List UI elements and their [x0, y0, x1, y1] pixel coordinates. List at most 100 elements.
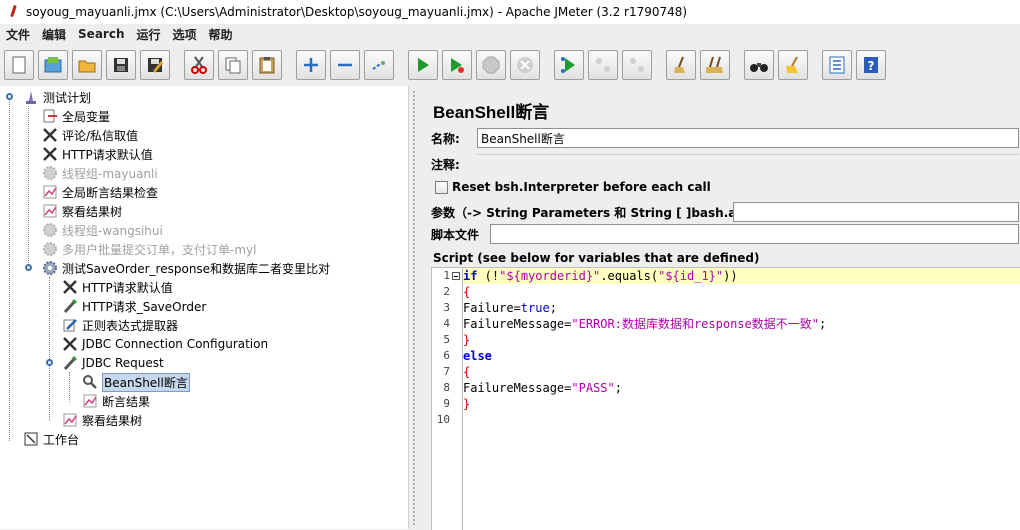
minus-icon [338, 63, 352, 67]
reset-search-button[interactable] [778, 50, 808, 80]
sampler-icon [61, 298, 79, 314]
paste-button[interactable] [252, 50, 282, 80]
collapse-button[interactable] [330, 50, 360, 80]
line-number: 6 [443, 349, 450, 362]
svg-text:?: ? [868, 59, 875, 73]
tree-node-label: 测试计划 [43, 90, 92, 105]
line-number: 4 [443, 317, 450, 330]
listener-icon [81, 393, 99, 409]
shutdown-button[interactable] [510, 50, 540, 80]
open-button[interactable] [72, 50, 102, 80]
name-field[interactable]: BeanShell断言 [477, 128, 1019, 148]
toggle-button[interactable] [364, 50, 394, 80]
tree-node-view-results-tree-2[interactable]: 察看结果树 [61, 411, 142, 429]
open-icon [78, 60, 96, 73]
title-bar: soyoug_mayuanli.jmx (C:\Users\Administra… [0, 0, 1020, 25]
tree-node-label: 察看结果树 [62, 204, 123, 219]
remote-start-button[interactable] [554, 50, 584, 80]
code-line-1: if (!"${myorderid}".equals("${id_1}")) [463, 268, 1020, 284]
fold-toggle-icon[interactable] [452, 272, 460, 280]
tree-node-assertion-results[interactable]: 断言结果 [81, 392, 150, 410]
tree-node-label: 全局变量 [62, 109, 111, 124]
expand-button[interactable] [296, 50, 326, 80]
script-label: Script (see below for variables that are… [433, 251, 760, 265]
tree-node-workbench[interactable]: 工作台 [22, 430, 79, 448]
help-icon: ? [864, 57, 878, 73]
line-number: 1 [443, 269, 450, 282]
script-file-field[interactable] [490, 224, 1019, 244]
remote-stop-button[interactable] [588, 50, 618, 80]
menu-search[interactable]: Search [72, 27, 130, 41]
code-token: "ERROR:数据库数据和response数据不一致" [571, 317, 819, 331]
menu-help[interactable]: 帮助 [203, 26, 239, 43]
tree-node-label: BeanShell断言 [102, 372, 190, 392]
help-button[interactable]: ? [856, 50, 886, 80]
tree-node-thread-group-multi-user[interactable]: 多用户批量提交订单，支付订单-myl [41, 240, 256, 258]
parameters-row: 参数（-> String Parameters 和 String [ ]bash… [431, 202, 1019, 222]
tree-node-global-variables[interactable]: 全局变量 [41, 107, 110, 125]
menu-file[interactable]: 文件 [0, 26, 36, 43]
tree-node-label: 评论/私信取值 [62, 128, 139, 143]
save-button[interactable] [106, 50, 136, 80]
reset-interpreter-row: Reset bsh.Interpreter before each call [435, 180, 711, 194]
tree-toggle-expanded[interactable] [6, 93, 13, 100]
parameters-field[interactable] [733, 202, 1019, 222]
search-button[interactable] [744, 50, 774, 80]
paste-icon [259, 57, 275, 74]
code-token: ; [818, 317, 827, 331]
templates-button[interactable] [38, 50, 68, 80]
sampler-icon [61, 355, 79, 371]
new-button[interactable] [4, 50, 34, 80]
listener-icon [41, 184, 59, 200]
tree-node-label: HTTP请求_SaveOrder [82, 299, 207, 314]
tree-node-thread-group-wangsihui[interactable]: 线程组-wangsihui [41, 221, 163, 239]
list-icon [829, 56, 845, 74]
binoculars-icon [750, 63, 768, 72]
stop-button[interactable] [476, 50, 506, 80]
tree-toggle-expanded[interactable] [46, 359, 53, 366]
menu-bar: 文件 编辑 Search 运行 选项 帮助 [0, 24, 1020, 44]
tree-node-thread-group-mayuanli[interactable]: 线程组-mayuanli [41, 164, 158, 182]
script-editor[interactable]: 1 2 3 4 5 6 7 8 9 10 if (!"${myorderid}"… [431, 267, 1020, 530]
tree-node-http-defaults-2[interactable]: HTTP请求默认值 [61, 278, 173, 296]
line-number: 7 [443, 365, 450, 378]
menu-options[interactable]: 选项 [167, 26, 203, 43]
comment-field[interactable] [477, 154, 1019, 174]
cut-button[interactable] [184, 50, 214, 80]
code-line-6: else [463, 349, 492, 363]
tree-node-regex-extractor[interactable]: 正则表达式提取器 [61, 316, 178, 334]
save-as-button[interactable] [140, 50, 170, 80]
tree-node-beanshell-assertion[interactable]: BeanShell断言 [81, 372, 190, 392]
clear-button[interactable] [666, 50, 696, 80]
reset-interpreter-checkbox[interactable] [435, 180, 448, 194]
tree-node-thread-group-saveorder[interactable]: 测试SaveOrder_response和数据库二者变里比对 [41, 259, 330, 277]
tree-node-http-saveorder[interactable]: HTTP请求_SaveOrder [61, 297, 206, 315]
tools-icon [41, 127, 59, 143]
start-button[interactable] [408, 50, 438, 80]
thread-group-icon [41, 165, 59, 181]
reset-search-icon [786, 56, 798, 73]
tree-node-global-assertion-check[interactable]: 全局断言结果检查 [41, 183, 158, 201]
tree-node-view-results-tree[interactable]: 察看结果树 [41, 202, 122, 220]
tree-node-comment-extract[interactable]: 评论/私信取值 [41, 126, 138, 144]
tree-node-test-plan[interactable]: 测试计划 [22, 88, 91, 106]
code-token: (! [477, 269, 500, 283]
broom-all-icon [706, 56, 723, 73]
tree-node-http-defaults[interactable]: HTTP请求默认值 [41, 145, 153, 163]
menu-edit[interactable]: 编辑 [36, 26, 72, 43]
function-helper-button[interactable] [822, 50, 852, 80]
split-pane-divider[interactable] [409, 86, 420, 529]
parameters-label: 参数（-> String Parameters 和 String [ ]bash… [431, 205, 771, 220]
tree-node-jdbc-request[interactable]: JDBC Request [61, 354, 164, 372]
start-no-pause-button[interactable] [442, 50, 472, 80]
clear-all-button[interactable] [700, 50, 730, 80]
line-number: 10 [436, 413, 450, 426]
tree-node-jdbc-connection[interactable]: JDBC Connection Configuration [61, 335, 268, 353]
tree-toggle-expanded[interactable] [25, 264, 32, 271]
remote-shutdown-button[interactable] [622, 50, 652, 80]
workbench-icon [22, 431, 40, 447]
code-line-7: { [463, 365, 471, 379]
comment-row: 注释: [431, 154, 1019, 174]
menu-run[interactable]: 运行 [130, 26, 166, 43]
copy-button[interactable] [218, 50, 248, 80]
